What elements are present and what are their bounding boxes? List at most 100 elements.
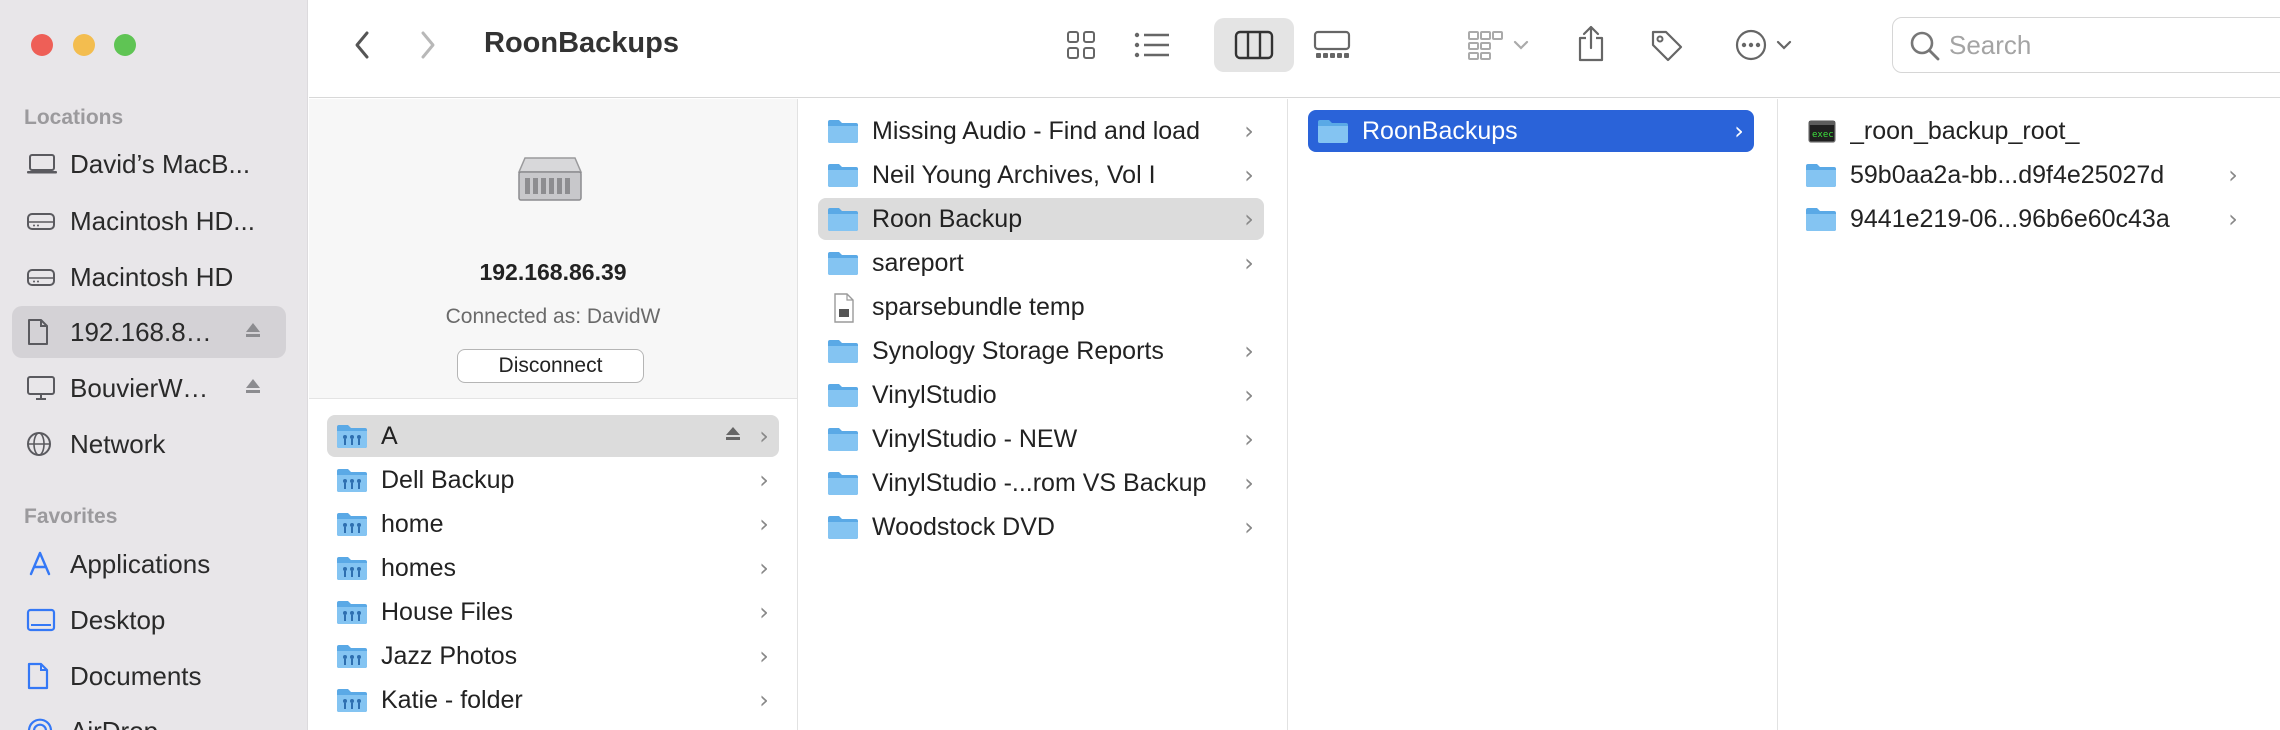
file-row[interactable]: exec _roon_backup_root_ — [1796, 110, 2248, 152]
chevron-right-icon: › — [1244, 161, 1254, 189]
chevron-left-icon — [355, 31, 369, 59]
group-by-button[interactable] — [1459, 22, 1537, 68]
item-name: sareport — [872, 248, 964, 277]
svg-text:exec: exec — [1812, 130, 1834, 140]
file-row[interactable]: VinylStudio -...rom VS Backup › — [818, 462, 1264, 504]
chevron-right-icon: › — [1244, 249, 1254, 277]
chevron-right-icon: › — [1244, 337, 1254, 365]
ellipsis-circle-icon — [1735, 29, 1767, 61]
item-name: 59b0aa2a-bb...d9f4e25027d — [1850, 160, 2165, 189]
folder-icon — [826, 161, 860, 189]
eject-icon[interactable] — [244, 321, 262, 344]
file-row[interactable]: Neil Young Archives, Vol I › — [818, 154, 1264, 196]
item-name: sparsebundle temp — [872, 292, 1085, 321]
sidebar-item-label: David’s MacB... — [70, 148, 251, 179]
share-row[interactable]: Jazz Photos › — [327, 635, 779, 677]
chevron-right-icon: › — [1244, 425, 1254, 453]
share-row[interactable]: homes › — [327, 547, 779, 589]
search-field[interactable] — [1892, 17, 2280, 73]
folder-icon — [1316, 117, 1350, 145]
window-title: RoonBackups — [484, 27, 679, 59]
column-view-button[interactable] — [1214, 18, 1294, 72]
shared-folder-icon — [335, 554, 369, 582]
columns-icon — [1234, 30, 1274, 60]
item-name: VinylStudio - NEW — [872, 424, 1078, 453]
share-row[interactable]: House Files › — [327, 591, 779, 633]
disconnect-button[interactable]: Disconnect — [457, 349, 644, 383]
zoom-window-button[interactable] — [114, 34, 136, 56]
folder-icon — [826, 205, 860, 233]
back-button[interactable] — [347, 24, 377, 66]
icon-view-button[interactable] — [1059, 22, 1103, 68]
share-row[interactable]: A › — [327, 415, 779, 457]
file-row[interactable]: Roon Backup › — [818, 198, 1264, 240]
item-name: Neil Young Archives, Vol I — [872, 160, 1156, 189]
list-view-button[interactable] — [1129, 22, 1175, 68]
file-icon — [826, 293, 860, 323]
grid-icon — [1067, 31, 1095, 59]
item-name: A — [381, 421, 398, 450]
sidebar-item-label: Macintosh HD... — [70, 205, 255, 236]
file-row[interactable]: Missing Audio - Find and load › — [818, 110, 1264, 152]
share-row[interactable]: home › — [327, 503, 779, 545]
forward-button[interactable] — [413, 24, 443, 66]
file-row[interactable]: 59b0aa2a-bb...d9f4e25027d › — [1796, 154, 2248, 196]
sidebar-item-label: 192.168.86... — [70, 316, 220, 347]
desktop-icon — [26, 605, 60, 635]
chevron-down-icon — [1513, 40, 1529, 50]
sidebar-item-documents[interactable]: Documents — [12, 650, 286, 702]
item-name: House Files — [381, 597, 513, 626]
sidebar-item-network[interactable]: Network — [12, 418, 286, 470]
file-row[interactable]: sareport › — [818, 242, 1264, 284]
item-name: home — [381, 509, 444, 538]
shared-folder-icon — [335, 642, 369, 670]
gallery-view-button[interactable] — [1309, 22, 1355, 68]
more-actions-button[interactable] — [1727, 22, 1799, 68]
chevron-right-icon: › — [759, 642, 769, 670]
sidebar-item-label: Documents — [70, 660, 202, 691]
sidebar-item-macintosh-hd-data[interactable]: Macintosh HD... — [12, 195, 286, 247]
file-row[interactable]: 9441e219-06...96b6e60c43a › — [1796, 198, 2248, 240]
file-row[interactable]: sparsebundle temp — [818, 286, 1264, 328]
file-row[interactable]: Synology Storage Reports › — [818, 330, 1264, 372]
file-row[interactable]: RoonBackups › — [1308, 110, 1754, 152]
sidebar-item-bouvier[interactable]: BouvierWei... — [12, 362, 286, 414]
sidebar-item-airdrop[interactable]: AirDrop — [12, 705, 286, 730]
eject-icon[interactable] — [244, 377, 262, 400]
eject-icon[interactable] — [723, 425, 743, 448]
chevron-right-icon: › — [1244, 205, 1254, 233]
file-row[interactable]: Woodstock DVD › — [818, 506, 1264, 548]
sidebar-item-macbook[interactable]: David’s MacB... — [12, 138, 286, 190]
shared-folder-icon — [335, 422, 369, 450]
sidebar-item-label: Network — [70, 428, 166, 459]
sidebar-item-server[interactable]: 192.168.86... — [12, 306, 286, 358]
chevron-right-icon: › — [759, 422, 769, 450]
search-input[interactable] — [1949, 28, 2269, 62]
chevron-right-icon: › — [759, 466, 769, 494]
share-row[interactable]: Katie - folder › — [327, 679, 779, 721]
share-row[interactable]: Dell Backup › — [327, 459, 779, 501]
item-name: Missing Audio - Find and load — [872, 116, 1200, 145]
chevron-right-icon: › — [759, 554, 769, 582]
sidebar-item-label: Macintosh HD — [70, 261, 234, 292]
item-name: Roon Backup — [872, 204, 1023, 233]
folder-icon — [1804, 205, 1838, 233]
close-window-button[interactable] — [31, 34, 53, 56]
sidebar-item-label: AirDrop — [70, 716, 270, 730]
share-button[interactable] — [1571, 18, 1611, 68]
sidebar-item-applications[interactable]: Applications — [12, 538, 286, 590]
group-icon — [1468, 31, 1503, 60]
applications-icon — [26, 549, 60, 579]
item-name: VinylStudio -...rom VS Backup — [872, 468, 1207, 497]
sidebar-item-macintosh-hd[interactable]: Macintosh HD — [12, 251, 286, 303]
tags-button[interactable] — [1645, 22, 1689, 68]
column-roonbackups: exec _roon_backup_root_ 59b0aa2a-bb...d9f4… — [1778, 99, 2280, 730]
connected-as-label: Connected as: DavidW — [445, 305, 661, 328]
minimize-window-button[interactable] — [73, 34, 95, 56]
file-row[interactable]: VinylStudio - NEW › — [818, 418, 1264, 460]
drive-icon — [26, 262, 60, 292]
sidebar-item-desktop[interactable]: Desktop — [12, 594, 286, 646]
folder-icon — [826, 249, 860, 277]
file-row[interactable]: VinylStudio › — [818, 374, 1264, 416]
shared-folder-icon — [335, 598, 369, 626]
